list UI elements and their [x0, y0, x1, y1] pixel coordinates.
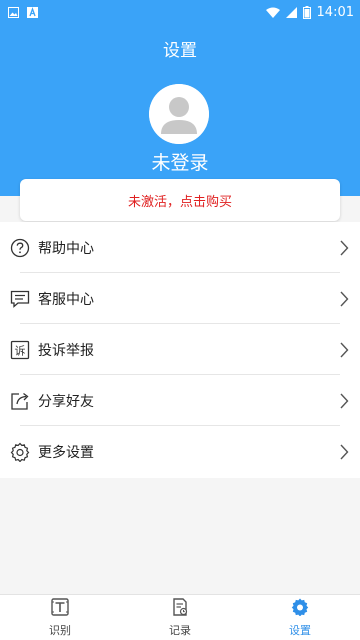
- tab-label: 识别: [49, 623, 71, 637]
- status-time: 14:01: [316, 4, 354, 20]
- menu-item-label: 更多设置: [38, 444, 94, 461]
- tab-label: 设置: [289, 623, 311, 637]
- status-left: [8, 6, 38, 18]
- page-title: 设置: [163, 41, 197, 61]
- username-label[interactable]: 未登录: [0, 148, 360, 175]
- image-icon: [8, 6, 19, 18]
- avatar[interactable]: [149, 84, 209, 144]
- chevron-right-icon: [338, 239, 350, 257]
- chat-icon: [10, 289, 30, 309]
- tab-recognize[interactable]: 识别: [0, 595, 120, 640]
- chevron-right-icon: [338, 341, 350, 359]
- menu-item-label: 分享好友: [38, 393, 94, 410]
- menu-item-more-settings[interactable]: 更多设置: [0, 426, 360, 477]
- help-icon: [10, 238, 30, 258]
- settings-menu: 帮助中心 客服中心 诉 投诉举报 分享好友 更多设置: [0, 222, 360, 478]
- user-avatar-icon: [149, 84, 209, 144]
- signal-icon: [285, 6, 297, 18]
- wifi-icon: [265, 7, 280, 18]
- status-bar: 14:01: [0, 0, 360, 24]
- menu-item-customer-service[interactable]: 客服中心: [0, 273, 360, 324]
- profile-header: 设置 未登录: [0, 24, 360, 196]
- menu-item-help[interactable]: 帮助中心: [0, 222, 360, 273]
- tab-label: 记录: [169, 623, 191, 637]
- menu-item-label: 帮助中心: [38, 240, 94, 257]
- complaint-icon: 诉: [10, 340, 30, 360]
- activate-text: 未激活，点击购买: [127, 194, 232, 210]
- status-right: 14:01: [265, 4, 354, 20]
- menu-item-label: 客服中心: [38, 291, 94, 308]
- share-icon: [10, 391, 30, 411]
- tab-record[interactable]: 记录: [120, 595, 240, 640]
- recognize-icon: [51, 597, 69, 620]
- activate-purchase-button[interactable]: 未激活，点击购买: [20, 179, 340, 221]
- battery-icon: [302, 5, 311, 19]
- svg-text:诉: 诉: [15, 344, 26, 357]
- chevron-right-icon: [338, 392, 350, 410]
- menu-item-share[interactable]: 分享好友: [0, 375, 360, 426]
- gear-icon: [10, 442, 30, 462]
- settings-icon: [291, 598, 309, 620]
- tab-settings[interactable]: 设置: [240, 595, 360, 640]
- chevron-right-icon: [338, 443, 350, 461]
- menu-item-label: 投诉举报: [38, 342, 94, 359]
- bottom-nav: 识别 记录 设置: [0, 594, 360, 640]
- chevron-right-icon: [338, 290, 350, 308]
- record-icon: [171, 597, 189, 620]
- menu-item-complaint[interactable]: 诉 投诉举报: [0, 324, 360, 375]
- a-icon: [27, 6, 38, 18]
